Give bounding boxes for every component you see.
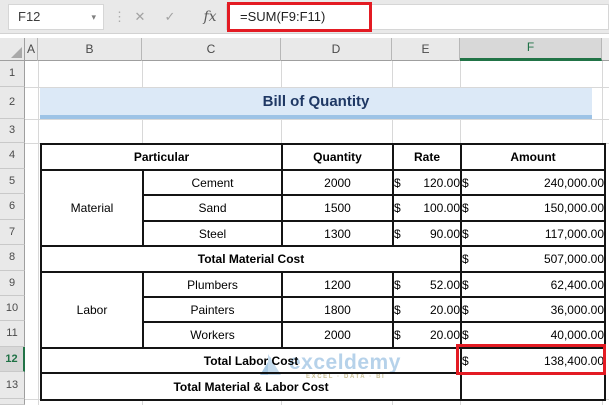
column-header-a[interactable]: A [25,38,38,61]
header-rate[interactable]: Rate [392,143,463,171]
row-header-2[interactable]: 2 [0,87,25,119]
column-header-partial[interactable] [602,38,609,61]
total-material-amount-cell[interactable]: $507,000.00 [460,245,607,273]
item-cell[interactable]: Plumbers [141,271,284,298]
rate-value: 52.00 [429,277,461,292]
column-headers: A B C D E F [0,38,609,61]
rate-cell[interactable]: $120.00 [392,169,463,196]
rate-value: 20.00 [429,328,461,342]
total-labor-label[interactable]: Total Labor Cost [39,347,463,374]
item-cell[interactable]: Sand [141,194,284,222]
row-header-11[interactable]: 11 [0,321,25,347]
cancel-icon[interactable]: ✕ [128,4,152,30]
row-header-3[interactable]: 3 [0,119,25,143]
grand-total-amount-cell-empty[interactable] [460,372,607,401]
amount-cell[interactable]: $150,000.00 [460,194,607,222]
row-header-6[interactable]: 6 [0,194,25,220]
rate-cell[interactable]: $90.00 [392,220,463,247]
currency-symbol: $ [462,201,469,215]
currency-symbol: $ [394,201,401,215]
sheet-title: Bill of Quantity [262,93,370,110]
select-all-icon [11,47,22,58]
row-header-9[interactable]: 9 [0,271,25,296]
quantity-cell[interactable]: 1800 [281,296,395,323]
amount-value: 150,000.00 [543,201,605,215]
currency-symbol: $ [394,302,401,317]
grand-total-label[interactable]: Total Material & Labor Cost [39,372,463,401]
result-cell-highlight-annotation [456,344,606,375]
row-header-7[interactable]: 7 [0,220,25,245]
formula-highlight-annotation [227,2,372,32]
currency-symbol: $ [394,175,401,190]
header-quantity[interactable]: Quantity [281,143,395,171]
amount-cell[interactable]: $36,000.00 [460,296,607,323]
row-header-4[interactable]: 4 [0,143,25,169]
quantity-cell[interactable]: 1200 [281,271,395,298]
column-header-b[interactable]: B [38,38,142,61]
total-material-amount: 507,000.00 [543,252,605,266]
rate-value: 20.00 [429,302,461,317]
amount-value: 36,000.00 [550,302,605,317]
gridline [25,119,609,120]
item-cell[interactable]: Painters [141,296,284,323]
excel-window: F12 ▾ ⋮ ✕ ✓ fx =SUM(F9:F11) A B C D E F … [0,0,609,405]
column-header-d[interactable]: D [281,38,392,61]
enter-icon[interactable]: ✓ [158,4,182,30]
rate-value: 120.00 [423,175,461,190]
row-header-1[interactable]: 1 [0,61,25,87]
item-cell[interactable]: Steel [141,220,284,247]
rate-value: 90.00 [429,226,461,241]
currency-symbol: $ [462,302,469,317]
header-particular[interactable]: Particular [39,143,284,171]
group-label-labor[interactable]: Labor [40,271,144,349]
quantity-cell[interactable]: 2000 [281,169,395,196]
row-header-12-selected[interactable]: 12 [0,347,25,372]
column-header-c[interactable]: C [142,38,281,61]
amount-value: 40,000.00 [550,328,605,342]
currency-symbol: $ [462,328,469,342]
select-all-button[interactable] [0,38,25,61]
header-amount[interactable]: Amount [460,143,607,171]
currency-symbol: $ [462,226,469,241]
group-label-material[interactable]: Material [40,169,144,247]
currency-symbol: $ [394,226,401,241]
formula-bar-grip-icon: ⋮ [113,9,126,24]
sheet-title-cell[interactable]: Bill of Quantity [40,88,592,119]
row-header-5[interactable]: 5 [0,169,25,194]
row-header-8[interactable]: 8 [0,245,25,271]
currency-symbol: $ [394,328,401,342]
name-box[interactable]: F12 ▾ [8,4,104,30]
row-header-10[interactable]: 10 [0,296,25,321]
amount-value: 62,400.00 [550,277,605,292]
rate-cell[interactable]: $52.00 [392,271,463,298]
currency-symbol: $ [462,252,469,266]
column-header-e[interactable]: E [392,38,460,61]
quantity-cell[interactable]: 2000 [281,321,395,349]
amount-value: 240,000.00 [543,175,605,190]
name-box-value: F12 [18,9,41,24]
amount-cell[interactable]: $240,000.00 [460,169,607,196]
item-cell[interactable]: Cement [141,169,284,196]
row-header-partial[interactable] [0,399,25,405]
rate-cell[interactable]: $20.00 [392,321,463,349]
amount-value: 117,000.00 [544,226,605,241]
rate-cell[interactable]: $100.00 [392,194,463,222]
item-cell[interactable]: Workers [141,321,284,349]
amount-cell[interactable]: $117,000.00 [460,220,607,247]
column-header-f-selected[interactable]: F [460,38,602,61]
currency-symbol: $ [462,175,469,190]
quantity-cell[interactable]: 1300 [281,220,395,247]
row-header-13[interactable]: 13 [0,372,25,399]
currency-symbol: $ [394,277,401,292]
amount-cell[interactable]: $62,400.00 [460,271,607,298]
gridline [38,61,39,405]
row-headers: 1 2 3 4 5 6 7 8 9 10 11 12 13 [0,61,25,405]
insert-function-icon[interactable]: fx [198,4,222,30]
rate-value: 100.00 [423,201,461,215]
name-box-dropdown-icon[interactable]: ▾ [91,5,96,29]
total-material-label[interactable]: Total Material Cost [39,245,463,273]
currency-symbol: $ [462,277,469,292]
quantity-cell[interactable]: 1500 [281,194,395,222]
rate-cell[interactable]: $20.00 [392,296,463,323]
